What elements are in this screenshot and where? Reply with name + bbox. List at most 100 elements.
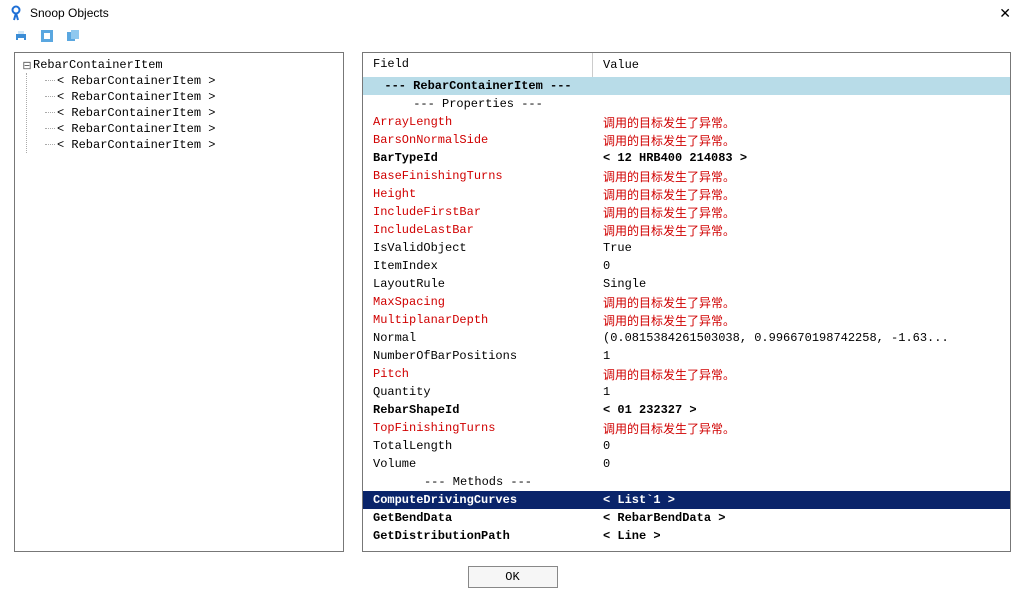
value-cell: 调用的目标发生了异常。 [593, 420, 1010, 437]
value-cell: 1 [593, 349, 1010, 363]
tree-child-label: < RebarContainerItem > [57, 74, 215, 88]
field-cell: IsValidObject [363, 241, 593, 255]
header-field[interactable]: Field [363, 53, 593, 77]
ok-button[interactable]: OK [468, 566, 558, 588]
field-cell: BarsOnNormalSide [363, 133, 593, 147]
property-row[interactable]: Height调用的目标发生了异常。 [363, 185, 1010, 203]
titlebar: Snoop Objects ✕ [0, 0, 1025, 26]
value-cell: < List`1 > [593, 493, 1010, 507]
toolbar [0, 26, 1025, 52]
property-row[interactable]: MaxSpacing调用的目标发生了异常。 [363, 293, 1010, 311]
property-row[interactable]: BarsOnNormalSide调用的目标发生了异常。 [363, 131, 1010, 149]
field-cell: Pitch [363, 367, 593, 381]
property-row[interactable]: RebarShapeId< 01 232327 > [363, 401, 1010, 419]
value-cell: 调用的目标发生了异常。 [593, 222, 1010, 239]
tree-child-label: < RebarContainerItem > [57, 90, 215, 104]
value-cell: < 12 HRB400 214083 > [593, 151, 1010, 165]
tree-root-label: RebarContainerItem [33, 58, 163, 72]
field-cell: --- Properties --- [363, 97, 593, 111]
grid-body[interactable]: --- RebarContainerItem --- --- Propertie… [363, 77, 1010, 551]
header-value[interactable]: Value [593, 54, 1010, 76]
tree-child-node[interactable]: < RebarContainerItem > [45, 73, 337, 89]
field-cell: BaseFinishingTurns [363, 169, 593, 183]
value-cell: 0 [593, 439, 1010, 453]
value-cell: True [593, 241, 1010, 255]
property-row[interactable]: NumberOfBarPositions1 [363, 347, 1010, 365]
toolbar-action-2-icon[interactable] [64, 27, 82, 45]
content-area: ⊟ RebarContainerItem < RebarContainerIte… [0, 52, 1025, 552]
value-cell: 调用的目标发生了异常。 [593, 132, 1010, 149]
property-row[interactable]: IncludeLastBar调用的目标发生了异常。 [363, 221, 1010, 239]
field-cell: Normal [363, 331, 593, 345]
tree-child-node[interactable]: < RebarContainerItem > [45, 137, 337, 153]
value-cell: 调用的目标发生了异常。 [593, 312, 1010, 329]
section-methods-header[interactable]: --- Methods --- [363, 473, 1010, 491]
window-title: Snoop Objects [30, 6, 109, 20]
field-cell: LayoutRule [363, 277, 593, 291]
property-row[interactable]: BarTypeId< 12 HRB400 214083 > [363, 149, 1010, 167]
property-row[interactable]: Normal(0.0815384261503038, 0.99667019874… [363, 329, 1010, 347]
property-row[interactable]: Volume0 [363, 455, 1010, 473]
field-cell: IncludeFirstBar [363, 205, 593, 219]
tree-child-node[interactable]: < RebarContainerItem > [45, 89, 337, 105]
property-row[interactable]: ItemIndex0 [363, 257, 1010, 275]
property-row[interactable]: BaseFinishingTurns调用的目标发生了异常。 [363, 167, 1010, 185]
field-cell: Volume [363, 457, 593, 471]
app-icon [8, 5, 24, 21]
value-cell: < 01 232327 > [593, 403, 1010, 417]
property-row[interactable]: LayoutRuleSingle [363, 275, 1010, 293]
field-cell: ComputeDrivingCurves [363, 493, 593, 507]
field-cell: IncludeLastBar [363, 223, 593, 237]
tree-panel[interactable]: ⊟ RebarContainerItem < RebarContainerIte… [14, 52, 344, 552]
value-cell: 0 [593, 259, 1010, 273]
property-row[interactable]: TotalLength0 [363, 437, 1010, 455]
value-cell: (0.0815384261503038, 0.996670198742258, … [593, 331, 1010, 345]
field-cell: Height [363, 187, 593, 201]
field-cell: MultiplanarDepth [363, 313, 593, 327]
value-cell: 调用的目标发生了异常。 [593, 114, 1010, 131]
field-cell: TopFinishingTurns [363, 421, 593, 435]
value-cell: 调用的目标发生了异常。 [593, 294, 1010, 311]
field-cell: RebarShapeId [363, 403, 593, 417]
value-cell: 调用的目标发生了异常。 [593, 186, 1010, 203]
bottom-bar: OK [0, 558, 1025, 596]
value-cell: < Line > [593, 529, 1010, 543]
field-cell: GetDistributionPath [363, 529, 593, 543]
property-row[interactable]: IsValidObjectTrue [363, 239, 1010, 257]
value-cell: Single [593, 277, 1010, 291]
property-row[interactable]: IncludeFirstBar调用的目标发生了异常。 [363, 203, 1010, 221]
field-cell: NumberOfBarPositions [363, 349, 593, 363]
collapse-icon[interactable]: ⊟ [21, 59, 33, 72]
method-row[interactable]: ComputeDrivingCurves< List`1 > [363, 491, 1010, 509]
print-icon[interactable] [12, 27, 30, 45]
field-cell: MaxSpacing [363, 295, 593, 309]
close-icon[interactable]: ✕ [993, 5, 1017, 22]
section-properties-header[interactable]: --- Properties --- [363, 95, 1010, 113]
property-row[interactable]: ArrayLength调用的目标发生了异常。 [363, 113, 1010, 131]
method-row[interactable]: GetBendData< RebarBendData > [363, 509, 1010, 527]
section-class-header[interactable]: --- RebarContainerItem --- [363, 77, 1010, 95]
field-cell: ArrayLength [363, 115, 593, 129]
field-cell: BarTypeId [363, 151, 593, 165]
value-cell: 0 [593, 457, 1010, 471]
property-row[interactable]: Pitch调用的目标发生了异常。 [363, 365, 1010, 383]
property-row[interactable]: Quantity1 [363, 383, 1010, 401]
tree-root-node[interactable]: ⊟ RebarContainerItem [21, 57, 337, 73]
value-cell: 调用的目标发生了异常。 [593, 168, 1010, 185]
tree-child-label: < RebarContainerItem > [57, 106, 215, 120]
tree-child-node[interactable]: < RebarContainerItem > [45, 105, 337, 121]
tree-child-node[interactable]: < RebarContainerItem > [45, 121, 337, 137]
method-row[interactable]: GetDistributionPath< Line > [363, 527, 1010, 545]
property-row[interactable]: MultiplanarDepth调用的目标发生了异常。 [363, 311, 1010, 329]
tree-child-label: < RebarContainerItem > [57, 122, 215, 136]
value-cell: < RebarBendData > [593, 511, 1010, 525]
property-row[interactable]: TopFinishingTurns调用的目标发生了异常。 [363, 419, 1010, 437]
value-cell: 调用的目标发生了异常。 [593, 204, 1010, 221]
value-cell: 1 [593, 385, 1010, 399]
field-cell: TotalLength [363, 439, 593, 453]
value-cell: 调用的目标发生了异常。 [593, 366, 1010, 383]
tree-child-label: < RebarContainerItem > [57, 138, 215, 152]
grid-header: Field Value [363, 53, 1010, 77]
property-grid: Field Value --- RebarContainerItem --- -… [362, 52, 1011, 552]
toolbar-action-1-icon[interactable] [38, 27, 56, 45]
